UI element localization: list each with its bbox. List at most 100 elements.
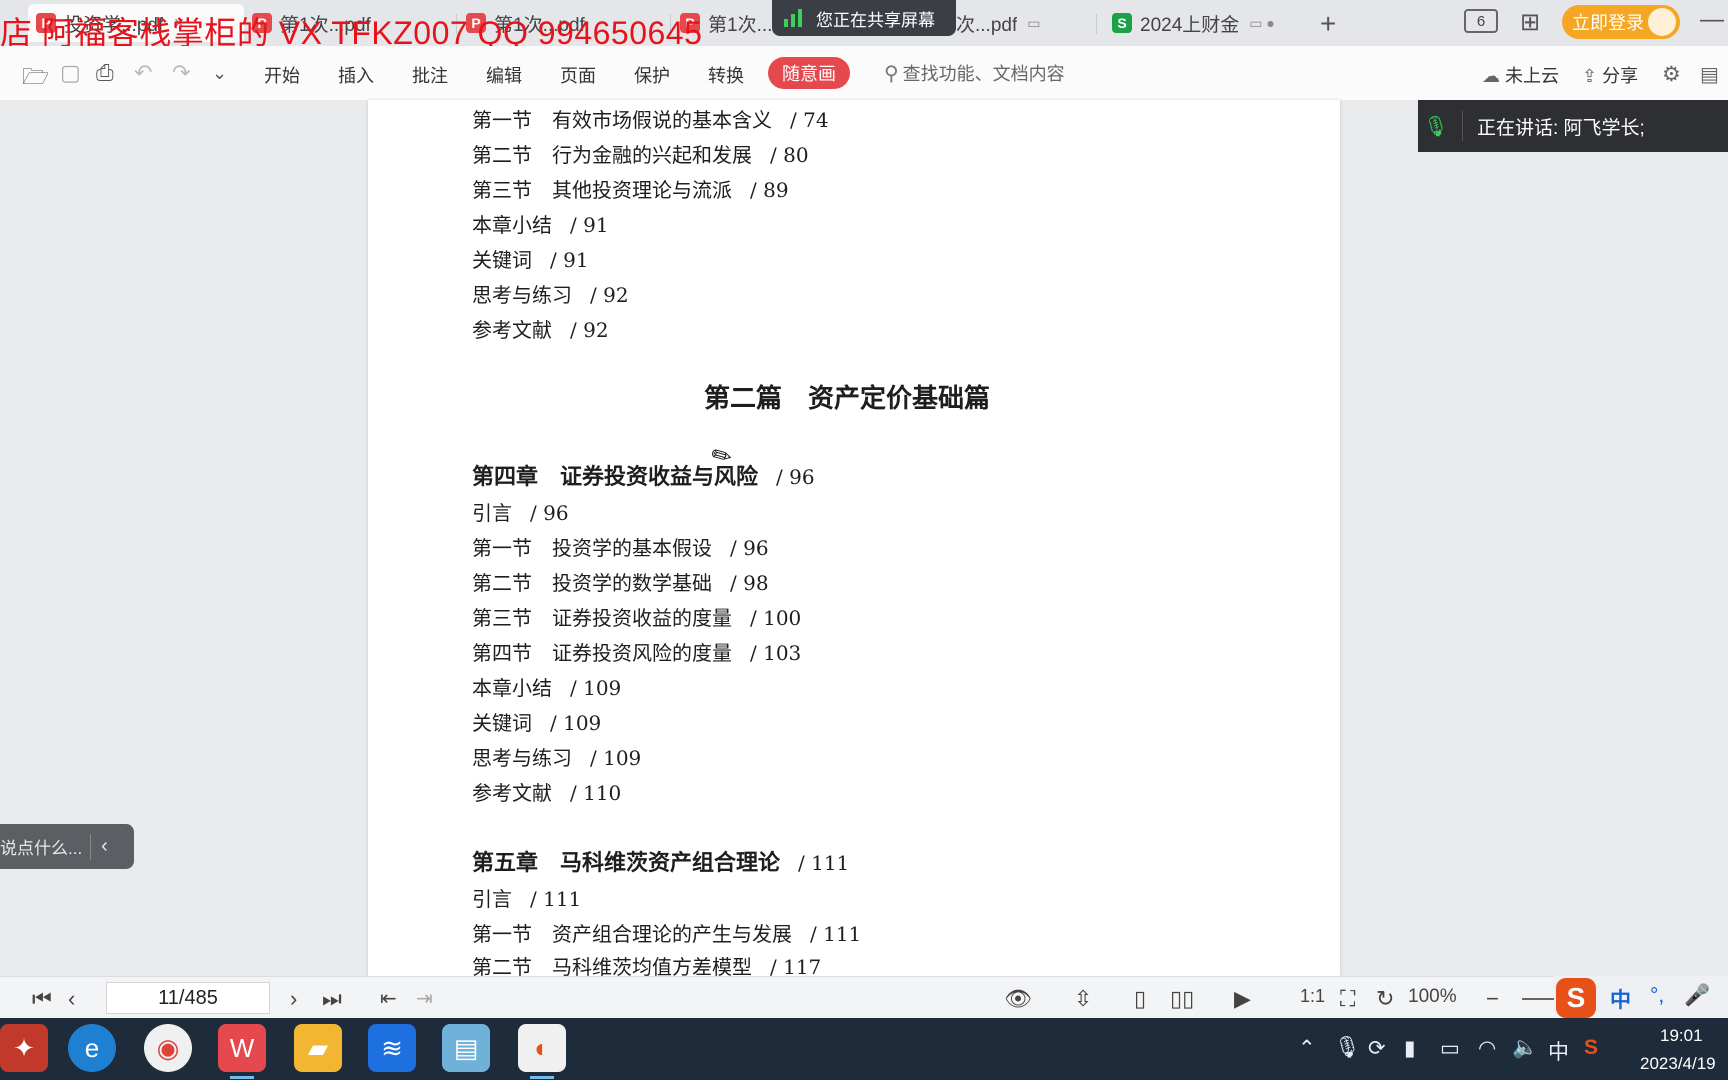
- two-page-icon[interactable]: ▯▯: [1170, 986, 1194, 1012]
- toc-chapter-heading[interactable]: 第四章 证券投资收益与风险 / 96: [472, 459, 815, 491]
- toc-entry[interactable]: 第一节 资产组合理论的产生与发展 / 111: [472, 918, 861, 947]
- zoom-level[interactable]: 100%: [1408, 986, 1457, 1008]
- menu-protect[interactable]: 保护: [634, 62, 670, 88]
- toc-entry[interactable]: 关键词 / 91: [472, 244, 589, 273]
- toc-page: / 111: [810, 922, 862, 946]
- open-folder-icon[interactable]: 🗁: [22, 60, 49, 98]
- menu-page[interactable]: 页面: [560, 62, 596, 88]
- toc-entry[interactable]: 本章小结 / 109: [472, 672, 621, 701]
- input-language-indicator[interactable]: 中: [1548, 1036, 1569, 1066]
- presentation-app-icon[interactable]: ◐: [518, 1024, 566, 1072]
- settings-icon[interactable]: ⚙: [1662, 62, 1681, 87]
- tab-document-5[interactable]: 次...pdf ▭: [948, 4, 1088, 42]
- undo-icon[interactable]: ↶: [134, 60, 152, 86]
- next-page-icon[interactable]: ›: [290, 986, 297, 1012]
- search-placeholder: 查找功能、文档内容: [902, 64, 1065, 84]
- toc-entry[interactable]: 关键词 / 109: [472, 707, 601, 736]
- battery-icon[interactable]: ▭: [1440, 1036, 1460, 1061]
- volume-icon[interactable]: 🔈: [1512, 1036, 1538, 1060]
- eye-protection-icon[interactable]: 👁: [1004, 986, 1032, 1012]
- rotate-icon[interactable]: ↻: [1376, 986, 1394, 1012]
- menu-convert[interactable]: 转换: [708, 62, 744, 88]
- print-icon[interactable]: ⎙: [96, 60, 114, 86]
- menu-insert[interactable]: 插入: [338, 62, 374, 88]
- toc-entry[interactable]: 本章小结 / 91: [472, 209, 609, 238]
- tray-app-icon[interactable]: ▮: [1404, 1036, 1416, 1061]
- meeting-app-icon[interactable]: ≋: [368, 1024, 416, 1072]
- toc-entry[interactable]: 第二节 行为金融的兴起和发展 / 80: [472, 139, 809, 168]
- toc-entry[interactable]: 引言 / 111: [472, 883, 581, 912]
- last-page-icon[interactable]: ⏭: [322, 986, 342, 1012]
- ime-mode-label[interactable]: 中: [1610, 984, 1631, 1014]
- toc-entry[interactable]: 思考与练习 / 92: [472, 279, 629, 308]
- screen-icon: ▭ ●: [1249, 14, 1275, 31]
- toc-entry[interactable]: 第四节 证券投资风险的度量 / 103: [472, 637, 801, 666]
- screen-share-banner[interactable]: 您正在共享屏幕: [772, 0, 956, 36]
- new-tab-button[interactable]: +: [1320, 8, 1336, 40]
- menu-start[interactable]: 开始: [264, 62, 300, 88]
- previous-page-icon[interactable]: ‹: [68, 986, 75, 1012]
- clock-date[interactable]: 2023/4/19: [1640, 1054, 1716, 1074]
- toc-chapter-heading[interactable]: 第五章 马科维茨资产组合理论 / 111: [472, 845, 849, 877]
- toc-entry[interactable]: 第三节 证券投资收益的度量 / 100: [472, 602, 801, 631]
- chrome-browser-icon[interactable]: ◉: [144, 1024, 192, 1072]
- tab-count-button[interactable]: 6: [1464, 9, 1498, 33]
- toc-entry[interactable]: 第一节 投资学的基本假设 / 96: [472, 532, 769, 561]
- toc-entry[interactable]: 第一节 有效市场假说的基本含义 / 74: [472, 104, 829, 133]
- tray-mic-icon[interactable]: 🎙: [1334, 1036, 1361, 1060]
- toc-entry[interactable]: 引言 / 96: [472, 497, 569, 526]
- toc-page: / 109: [590, 746, 642, 770]
- tray-expand-icon[interactable]: ⌃: [1298, 1036, 1316, 1061]
- single-page-icon[interactable]: ▯: [1134, 986, 1146, 1012]
- save-icon[interactable]: ▢: [60, 60, 81, 86]
- tab-count: 6: [1476, 12, 1486, 30]
- page-number-field[interactable]: 11/485: [106, 982, 270, 1014]
- play-slideshow-icon[interactable]: ▶: [1234, 986, 1251, 1012]
- search-box[interactable]: ⚲ 查找功能、文档内容: [884, 60, 1065, 86]
- actual-size-icon[interactable]: 1:1: [1300, 986, 1325, 1007]
- cloud-status[interactable]: ☁ 未上云: [1482, 62, 1559, 88]
- file-explorer-icon[interactable]: ▰: [294, 1024, 342, 1072]
- forward-icon[interactable]: ⇥: [416, 986, 433, 1011]
- more-dropdown-icon[interactable]: ⌄: [212, 63, 227, 84]
- minimize-button[interactable]: —: [1700, 6, 1724, 34]
- toc-page: / 109: [550, 711, 602, 735]
- tab-document-6[interactable]: S 2024上财金 ▭ ●: [1104, 4, 1304, 42]
- app-icon[interactable]: ✦: [0, 1024, 48, 1072]
- menu-edit[interactable]: 编辑: [486, 62, 522, 88]
- fit-page-icon[interactable]: ⛶: [1340, 986, 1355, 1012]
- toc-label: 本章小结: [472, 676, 552, 700]
- toc-entry[interactable]: 思考与练习 / 109: [472, 742, 641, 771]
- menu-annotate[interactable]: 批注: [412, 62, 448, 88]
- collapse-chevron-icon[interactable]: ‹: [101, 835, 108, 858]
- redo-icon[interactable]: ↷: [172, 60, 190, 86]
- back-icon[interactable]: ⇤: [380, 986, 397, 1011]
- clock-time[interactable]: 19:01: [1660, 1026, 1703, 1046]
- toc-entry[interactable]: 第二节 投资学的数学基础 / 98: [472, 567, 769, 596]
- voice-input-icon[interactable]: 🎤: [1684, 984, 1710, 1008]
- continuous-scroll-icon[interactable]: ⇳: [1074, 986, 1092, 1012]
- comment-icon[interactable]: ▤: [1700, 62, 1719, 87]
- notes-app-icon[interactable]: ▤: [442, 1024, 490, 1072]
- wps-office-icon[interactable]: W: [218, 1024, 266, 1072]
- first-page-icon[interactable]: ⏮: [32, 986, 52, 1012]
- punctuation-icon[interactable]: °,: [1650, 984, 1664, 1008]
- toc-entry[interactable]: 参考文献 / 110: [472, 777, 621, 806]
- tray-sync-icon[interactable]: ⟳: [1368, 1036, 1386, 1061]
- zoom-out-icon[interactable]: −: [1486, 986, 1499, 1012]
- share-icon: ⇪: [1582, 66, 1598, 86]
- login-button[interactable]: 立即登录: [1562, 5, 1680, 39]
- apps-grid-icon[interactable]: ⊞: [1520, 8, 1540, 37]
- toc-entry[interactable]: 第三节 其他投资理论与流派 / 89: [472, 174, 789, 203]
- edge-browser-icon[interactable]: e: [68, 1024, 116, 1072]
- chat-input[interactable]: 说点什么... ‹: [0, 824, 134, 869]
- sogou-tray-icon[interactable]: S: [1584, 1036, 1598, 1060]
- chapter-title: 第五章 马科维茨资产组合理论: [472, 850, 781, 876]
- share-button[interactable]: ⇪ 分享: [1582, 62, 1638, 88]
- toc-page: / 103: [750, 641, 802, 665]
- toc-entry[interactable]: 参考文献 / 92: [472, 314, 609, 343]
- wifi-icon[interactable]: ◠: [1478, 1036, 1496, 1061]
- toc-page: / 92: [570, 318, 609, 342]
- menu-freehand-draw[interactable]: 随意画: [768, 57, 850, 89]
- ime-toolbar[interactable]: S 中 °, 🎤: [1554, 976, 1728, 1018]
